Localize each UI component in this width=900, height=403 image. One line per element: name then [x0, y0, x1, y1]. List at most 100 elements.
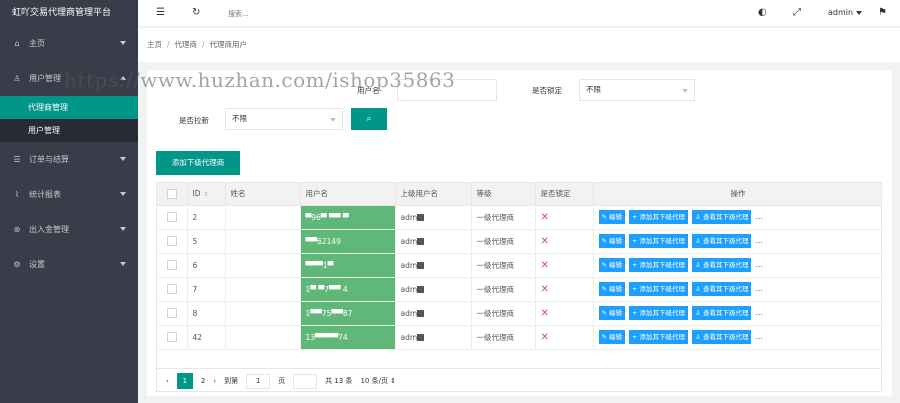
parent-username: adm [400, 212, 418, 222]
add-sub-agent-row-button[interactable]: + 添加其下级代理 [629, 258, 689, 272]
locked-filter-select[interactable]: 不限 [579, 79, 695, 101]
sidebar-item-reports[interactable]: ⌇ 统计报表 [0, 177, 138, 212]
sort-icon[interactable]: ⇕ [204, 191, 209, 198]
sidebar-item-home[interactable]: ⌂ 主页 [0, 26, 138, 61]
sidebar-item-user-management[interactable]: ♙ 用户管理 [0, 61, 138, 96]
breadcrumb-separator: / [202, 40, 205, 49]
sidebar: 虹吖交易代理商管理平台 ⌂ 主页 ♙ 用户管理 代理商管理 用户管理 ☰ 订单与… [0, 0, 138, 403]
edit-button[interactable]: ✎ 编辑 [598, 210, 626, 224]
add-sub-agent-row-button[interactable]: + 添加其下级代理 [629, 282, 689, 296]
add-sub-agent-row-button[interactable]: + 添加其下级代理 [629, 210, 689, 224]
page-label: 页 [278, 377, 286, 385]
cell-locked: ✕ [535, 229, 594, 254]
table-row: 2 ▀96▀ ▀▀ ▀ adm 一级代理商 ✕ ✎ 编辑 + 添加其下级代理 ♙ 查看其下级代… [157, 205, 881, 230]
add-sub-label: 添加其下级代理 [639, 237, 686, 245]
row-select-cell [157, 301, 188, 326]
breadcrumb-agent[interactable]: 代理商 [175, 40, 198, 49]
edit-label: 编辑 [609, 285, 623, 293]
refresh-filter-select[interactable]: 不限 [225, 108, 343, 130]
breadcrumb-current: 代理商用户 [209, 40, 248, 49]
cell-actions: ✎ 编辑 + 添加其下级代理 ♙ 查看其下级代理... [593, 253, 881, 278]
row-checkbox[interactable] [166, 308, 177, 318]
select-all-checkbox[interactable] [166, 188, 177, 199]
app-title: 虹吖交易代理商管理平台 [0, 0, 138, 26]
row-select-cell [157, 253, 188, 278]
sidebar-item-label: 用户管理 [29, 74, 61, 83]
view-sub-agent-button[interactable]: ♙ 查看其下级代理 [692, 234, 752, 248]
table-row: 42 13▀▀▀▀74 adm 一级代理商 ✕ ✎ 编辑 + 添加其下级代理 ♙ 查看其下级代… [157, 325, 881, 350]
theme-icon[interactable]: ◐ [758, 7, 767, 18]
sidebar-item-settings[interactable]: ⚙ 设置 [0, 247, 138, 282]
search-input[interactable] [228, 7, 348, 21]
redaction-mark [417, 214, 425, 221]
add-sub-label: 添加其下级代理 [639, 285, 686, 293]
chevron-down-icon [120, 227, 126, 231]
close-icon: ✕ [540, 331, 549, 343]
view-sub-agent-button[interactable]: ♙ 查看其下级代理 [692, 258, 752, 272]
page-current[interactable]: 1 [176, 373, 193, 389]
edit-button[interactable]: ✎ 编辑 [598, 306, 626, 320]
more-actions[interactable]: ... [755, 332, 762, 341]
sidebar-subitem-user-management[interactable]: 用户管理 [0, 119, 138, 142]
add-sub-agent-button[interactable]: 添加下级代理商 [156, 151, 240, 175]
row-checkbox[interactable] [166, 284, 177, 294]
cell-parent: adm [395, 205, 472, 230]
menu-toggle-icon[interactable]: ☰ [156, 7, 165, 18]
refresh-icon[interactable]: ↻ [192, 7, 200, 18]
header-id-label: ID [192, 189, 201, 199]
more-actions[interactable]: ... [755, 236, 762, 245]
next-page-icon[interactable]: › [213, 377, 216, 385]
flag-icon[interactable]: ⚑ [878, 7, 887, 18]
cell-id: 7 [187, 277, 226, 302]
admin-menu[interactable]: admin [828, 8, 863, 17]
refresh-filter-value: 不限 [232, 114, 247, 123]
view-sub-agent-button[interactable]: ♙ 查看其下级代理 [692, 282, 752, 296]
more-actions[interactable]: ... [755, 260, 762, 269]
sidebar-item-orders[interactable]: ☰ 订单与结算 [0, 142, 138, 177]
header-name: 姓名 [225, 183, 301, 206]
cell-username: ▀96▀ ▀▀ ▀ [300, 205, 396, 230]
search-button[interactable]: ⌕ [351, 108, 387, 130]
header-locked: 是否锁定 [535, 183, 594, 206]
edit-button[interactable]: ✎ 编辑 [598, 330, 626, 344]
row-checkbox[interactable] [166, 332, 177, 342]
cell-level: 一级代理商 [471, 253, 536, 278]
sidebar-subitem-agent-management[interactable]: 代理商管理 [0, 96, 138, 119]
sidebar-item-funds[interactable]: ⊛ 出入金管理 [0, 212, 138, 247]
add-sub-agent-row-button[interactable]: + 添加其下级代理 [629, 234, 689, 248]
page-2[interactable]: 2 [201, 377, 205, 385]
row-checkbox[interactable] [166, 260, 177, 270]
goto-page-input[interactable]: 1 [246, 373, 271, 389]
table-row: 6 ▀▀▀1▀ adm 一级代理商 ✕ ✎ 编辑 + 添加其下级代理 ♙ 查看其下级代理... [157, 253, 881, 278]
add-sub-agent-row-button[interactable]: + 添加其下级代理 [629, 330, 689, 344]
view-sub-agent-button[interactable]: ♙ 查看其下级代理 [692, 210, 752, 224]
fullscreen-icon[interactable]: ⤢ [793, 7, 801, 18]
cell-actions: ✎ 编辑 + 添加其下级代理 ♙ 查看其下级代理... [593, 229, 881, 254]
add-sub-agent-row-button[interactable]: + 添加其下级代理 [629, 306, 689, 320]
header-id[interactable]: ID ⇕ [187, 183, 226, 206]
more-actions[interactable]: ... [755, 308, 762, 317]
row-checkbox[interactable] [166, 212, 177, 222]
edit-button[interactable]: ✎ 编辑 [598, 234, 626, 248]
edit-button[interactable]: ✎ 编辑 [598, 282, 626, 296]
more-actions[interactable]: ... [755, 212, 762, 221]
edit-button[interactable]: ✎ 编辑 [598, 258, 626, 272]
prev-page-icon[interactable]: ‹ [166, 377, 169, 385]
per-page-select[interactable]: 10 条/页 ⇕ [360, 376, 396, 386]
breadcrumb-home[interactable]: 主页 [147, 40, 162, 49]
caret-down-icon [856, 10, 863, 15]
header-username: 用户名 [300, 183, 396, 206]
goto-button[interactable] [293, 373, 318, 389]
cell-locked: ✕ [535, 277, 594, 302]
view-sub-agent-button[interactable]: ♙ 查看其下级代理 [692, 306, 752, 320]
home-icon: ⌂ [14, 39, 20, 48]
breadcrumb-separator: / [167, 40, 170, 49]
username-filter-input[interactable] [397, 79, 497, 101]
breadcrumb: 主页 / 代理商 / 代理商用户 [138, 28, 900, 62]
more-actions[interactable]: ... [755, 284, 762, 293]
row-checkbox[interactable] [166, 236, 177, 246]
sidebar-item-label: 设置 [29, 260, 45, 269]
cell-username: 1▀ ▀7▀▀ 4 [300, 277, 396, 302]
table-row: 5 ▀▀62149 adm 一级代理商 ✕ ✎ 编辑 + 添加其下级代理 ♙ 查看其下级代理.… [157, 229, 881, 254]
view-sub-agent-button[interactable]: ♙ 查看其下级代理 [692, 330, 752, 344]
